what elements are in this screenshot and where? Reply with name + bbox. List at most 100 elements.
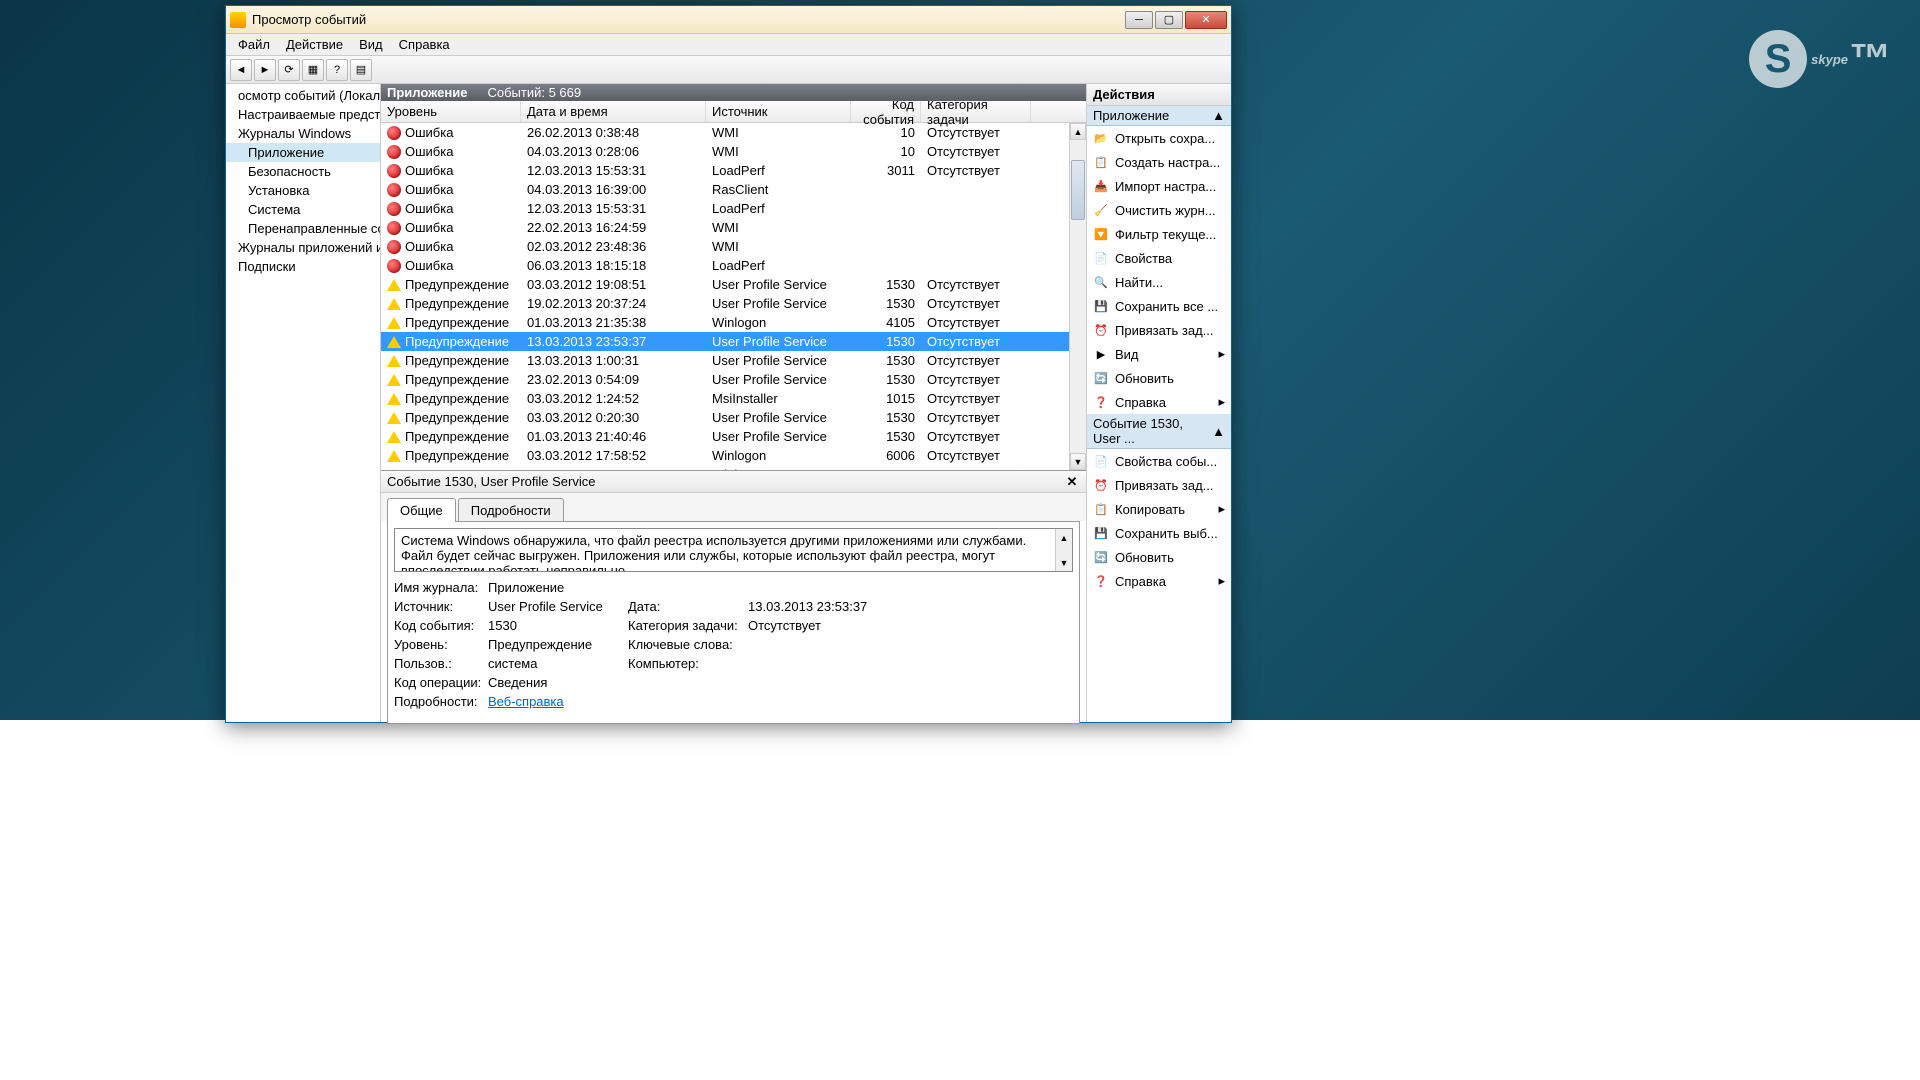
action-item[interactable]: 📋Создать настра... [1087,150,1231,174]
error-icon [387,240,401,254]
tree-custom[interactable]: Настраиваемые представл [226,105,380,124]
scroll-down-icon[interactable]: ▼ [1070,453,1086,470]
menu-help[interactable]: Справка [391,35,458,54]
val-id: 1530 [488,618,628,633]
col-category[interactable]: Категория задачи [921,101,1031,122]
tree-setup[interactable]: Установка [226,181,380,200]
close-button[interactable]: ✕ [1185,11,1227,29]
table-row[interactable]: Ошибка12.03.2013 15:53:31LoadPerf3011Отс… [381,161,1086,180]
menu-file[interactable]: Файл [230,35,278,54]
tab-details[interactable]: Подробности [458,498,564,522]
val-source: User Profile Service [488,599,628,614]
action-item[interactable]: 💾Сохранить все ... [1087,294,1231,318]
content-header: Приложение Событий: 5 669 [381,84,1086,101]
col-id[interactable]: Код события [851,101,921,122]
minimize-button[interactable]: ─ [1125,11,1153,29]
scroll-thumb[interactable] [1071,160,1085,220]
action-icon: 📄 [1093,453,1109,469]
table-row[interactable]: Предупреждение01.03.2013 21:35:38Winlogo… [381,313,1086,332]
actions-section-event[interactable]: Событие 1530, User ...▲ [1087,414,1231,449]
event-table: Уровень Дата и время Источник Код событи… [381,101,1086,471]
action-icon: 📋 [1093,154,1109,170]
action-item[interactable]: 📋Копировать▸ [1087,497,1231,521]
forward-button[interactable]: ► [254,59,276,81]
web-help-link[interactable]: Веб-справка [488,694,628,709]
val-computer [748,656,898,671]
action-item[interactable]: ▶Вид▸ [1087,342,1231,366]
action-item[interactable]: ❓Справка▸ [1087,569,1231,593]
close-detail-button[interactable]: ✕ [1064,474,1080,490]
actions-title: Действия [1087,84,1231,106]
help-button[interactable]: ? [326,59,348,81]
action-item[interactable]: 📥Импорт настра... [1087,174,1231,198]
table-row[interactable]: Предупреждение19.02.2013 20:37:24User Pr… [381,294,1086,313]
col-date[interactable]: Дата и время [521,101,706,122]
error-icon [387,202,401,216]
table-row[interactable]: Предупреждение03.03.2012 0:20:30User Pro… [381,408,1086,427]
tree-root[interactable]: осмотр событий (Локальны [226,86,380,105]
tree-applogs[interactable]: Журналы приложений и слу [226,238,380,257]
table-row[interactable]: Ошибка02.03.2012 23:48:36WMI [381,237,1086,256]
action-item[interactable]: 🔍Найти... [1087,270,1231,294]
table-row[interactable]: Ошибка04.03.2013 16:39:00RasClient [381,180,1086,199]
tree-application[interactable]: Приложение [226,143,380,162]
titlebar[interactable]: Просмотр событий ─ ▢ ✕ [226,6,1231,34]
up-button[interactable]: ⟳ [278,59,300,81]
col-level[interactable]: Уровень [381,101,521,122]
back-button[interactable]: ◄ [230,59,252,81]
action-item[interactable]: ⏰Привязать зад... [1087,473,1231,497]
action-item[interactable]: 📄Свойства собы... [1087,449,1231,473]
action-item[interactable]: ❓Справка▸ [1087,390,1231,414]
action-item[interactable]: 🔽Фильтр текуще... [1087,222,1231,246]
table-row[interactable]: Ошибка12.03.2013 15:53:31LoadPerf [381,199,1086,218]
tree-subscriptions[interactable]: Подписки [226,257,380,276]
val-category: Отсутствует [748,618,898,633]
tree-security[interactable]: Безопасность [226,162,380,181]
props-button[interactable]: ▦ [302,59,324,81]
action-item[interactable]: 🔄Обновить [1087,545,1231,569]
panel-button[interactable]: ▤ [350,59,372,81]
table-row[interactable]: Предупреждение03.03.2012 1:24:52MsiInsta… [381,389,1086,408]
table-row[interactable]: Ошибка26.02.2013 0:38:48WMI10Отсутствует [381,123,1086,142]
toolbar: ◄ ► ⟳ ▦ ? ▤ [226,56,1231,84]
warning-icon [387,336,401,348]
warning-icon [387,393,401,405]
action-item[interactable]: 📄Свойства [1087,246,1231,270]
menu-action[interactable]: Действие [278,35,351,54]
table-row[interactable]: Предупреждение03.03.2012 17:58:52Winlogo… [381,446,1086,465]
actions-section-app[interactable]: Приложение▲ [1087,106,1231,126]
action-item[interactable]: ⏰Привязать зад... [1087,318,1231,342]
table-row[interactable]: Предупреждение13.03.2013 1:00:31User Pro… [381,351,1086,370]
table-row[interactable]: Ошибка06.03.2013 18:15:18LoadPerf [381,256,1086,275]
tree-winlogs[interactable]: Журналы Windows [226,124,380,143]
menu-view[interactable]: Вид [351,35,391,54]
table-row[interactable]: Ошибка22.02.2013 16:24:59WMI [381,218,1086,237]
val-user: система [488,656,628,671]
event-viewer-window: Просмотр событий ─ ▢ ✕ Файл Действие Вид… [225,5,1232,723]
table-row[interactable]: Предупреждение01.03.2013 21:40:46User Pr… [381,427,1086,446]
tree-system[interactable]: Система [226,200,380,219]
table-row[interactable]: Предупреждение13.03.2013 23:53:37User Pr… [381,332,1086,351]
action-item[interactable]: 🔄Обновить [1087,366,1231,390]
val-level: Предупреждение [488,637,628,652]
action-icon: 🔽 [1093,226,1109,242]
action-item[interactable]: 💾Сохранить выб... [1087,521,1231,545]
tree-forwarded[interactable]: Перенаправленные собы [226,219,380,238]
detail-message: Система Windows обнаружила, что файл рее… [401,533,1066,572]
table-row[interactable]: Ошибка04.03.2013 0:28:06WMI10Отсутствует [381,142,1086,161]
error-icon [387,259,401,273]
col-source[interactable]: Источник [706,101,851,122]
lbl-user: Пользов.: [394,656,488,671]
tab-general[interactable]: Общие [387,498,456,522]
message-scrollbar[interactable]: ▲▼ [1055,529,1072,571]
lbl-id: Код события: [394,618,488,633]
action-item[interactable]: 🧹Очистить журн... [1087,198,1231,222]
scroll-up-icon[interactable]: ▲ [1070,123,1086,140]
action-item[interactable]: 📂Открыть сохра... [1087,126,1231,150]
maximize-button[interactable]: ▢ [1155,11,1183,29]
detail-panel: Событие 1530, User Profile Service ✕ Общ… [381,471,1086,722]
error-icon [387,221,401,235]
table-scrollbar[interactable]: ▲ ▼ [1069,123,1086,470]
table-row[interactable]: Предупреждение03.03.2012 19:08:51User Pr… [381,275,1086,294]
table-row[interactable]: Предупреждение23.02.2013 0:54:09User Pro… [381,370,1086,389]
